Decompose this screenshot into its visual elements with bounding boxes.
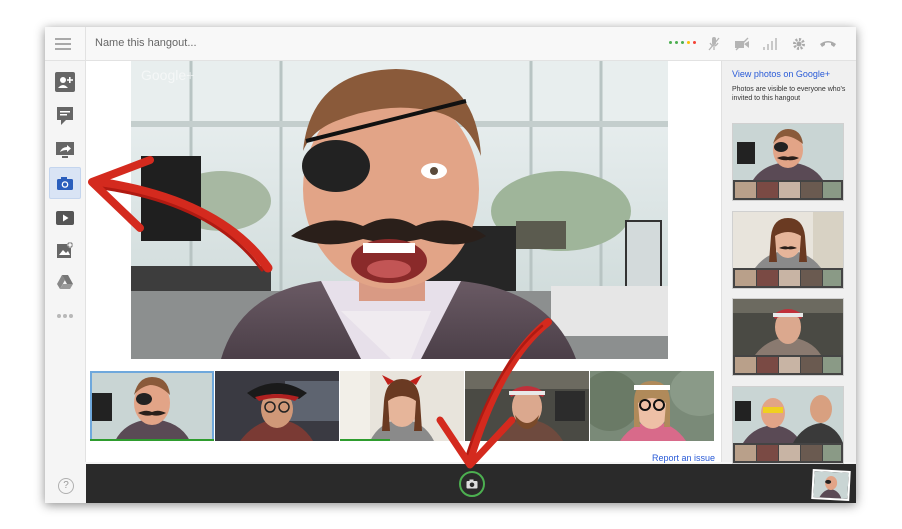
report-issue-link[interactable]: Report an issue bbox=[652, 453, 715, 463]
google-plus-watermark: Google+ bbox=[141, 67, 195, 83]
mute-video-icon[interactable] bbox=[733, 35, 751, 53]
main-video: Google+ bbox=[131, 61, 668, 359]
photos-panel: View photos on Google+ Photos are visibl… bbox=[721, 61, 856, 464]
menu-icon[interactable] bbox=[55, 36, 71, 50]
youtube-icon[interactable] bbox=[54, 207, 76, 229]
snapshot-photo[interactable] bbox=[732, 123, 844, 201]
signal-dot bbox=[675, 41, 678, 44]
view-photos-link[interactable]: View photos on Google+ bbox=[732, 69, 830, 79]
google-drive-icon[interactable] bbox=[54, 271, 76, 293]
help-icon[interactable]: ? bbox=[58, 478, 74, 494]
invite-people-icon[interactable] bbox=[54, 71, 76, 93]
bottom-bar bbox=[86, 464, 856, 503]
apps-sidebar bbox=[45, 61, 86, 462]
mute-mic-icon[interactable] bbox=[705, 35, 723, 53]
main-video-scene bbox=[131, 61, 668, 359]
signal-dot bbox=[681, 41, 684, 44]
participant-thumbnail[interactable] bbox=[340, 371, 464, 441]
effects-icon[interactable] bbox=[54, 239, 76, 261]
divider bbox=[85, 27, 86, 60]
self-view-thumbnail[interactable] bbox=[811, 469, 851, 501]
participant-thumbnail[interactable] bbox=[90, 371, 214, 441]
participant-thumbnail[interactable] bbox=[215, 371, 339, 441]
video-stage: Google+ Report an issue bbox=[86, 61, 721, 463]
take-photo-button[interactable] bbox=[459, 471, 485, 497]
bandwidth-icon[interactable] bbox=[761, 35, 779, 53]
settings-icon[interactable] bbox=[790, 35, 808, 53]
connection-signal-dots bbox=[669, 41, 696, 44]
snapshot-photo[interactable] bbox=[732, 298, 844, 376]
speaking-indicator bbox=[90, 439, 214, 441]
participant-strip bbox=[90, 371, 716, 441]
camera-icon[interactable] bbox=[49, 167, 81, 199]
hang-up-icon[interactable] bbox=[819, 35, 837, 53]
signal-dot bbox=[669, 41, 672, 44]
speaking-indicator bbox=[340, 439, 390, 441]
hangout-window: ? bbox=[45, 27, 856, 503]
signal-dot bbox=[687, 41, 690, 44]
more-apps-icon[interactable] bbox=[54, 305, 76, 327]
photos-privacy-note: Photos are visible to everyone who's inv… bbox=[732, 86, 846, 102]
signal-dot bbox=[693, 41, 696, 44]
camera-icon bbox=[466, 479, 478, 489]
chat-icon[interactable] bbox=[54, 105, 76, 127]
top-bar bbox=[45, 27, 856, 61]
screenshare-icon[interactable] bbox=[54, 139, 76, 161]
participant-thumbnail[interactable] bbox=[590, 371, 714, 441]
hangout-name-input[interactable] bbox=[87, 33, 403, 53]
participant-thumbnail[interactable] bbox=[465, 371, 589, 441]
snapshot-photo[interactable] bbox=[732, 386, 844, 464]
snapshot-photo[interactable] bbox=[732, 211, 844, 289]
